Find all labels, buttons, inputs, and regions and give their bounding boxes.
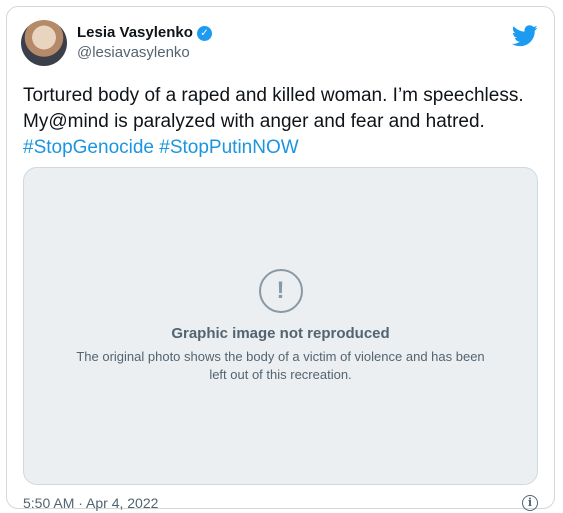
tweet-media[interactable]: ! Graphic image not reproduced The origi… — [23, 167, 538, 485]
hashtag-stopgenocide[interactable]: #StopGenocide — [23, 137, 154, 158]
hashtag-stopputinnow[interactable]: #StopPutinNOW — [159, 137, 298, 158]
sensitive-media-icon: ! — [258, 268, 303, 313]
tweet-timestamp[interactable]: 5:50 AM · Apr 4, 2022 — [23, 495, 158, 511]
tweet-footer: 5:50 AM · Apr 4, 2022 i — [23, 493, 538, 513]
info-icon[interactable]: i — [522, 495, 538, 511]
name-row: Lesia Vasylenko ✓ — [77, 23, 212, 43]
twitter-bird-icon[interactable] — [512, 25, 538, 47]
tweet-text: Tortured body of a raped and killed woma… — [23, 83, 538, 161]
media-notice-text: The original photo shows the body of a v… — [76, 348, 485, 382]
author-handle[interactable]: @lesiavasylenko — [77, 43, 212, 63]
tweet-header: Lesia Vasylenko ✓ @lesiavasylenko — [21, 19, 540, 67]
avatar[interactable] — [21, 20, 67, 66]
display-name[interactable]: Lesia Vasylenko — [77, 23, 193, 43]
tweet-body: Tortured body of a raped and killed woma… — [23, 85, 524, 132]
author-block: Lesia Vasylenko ✓ @lesiavasylenko — [77, 23, 212, 63]
verified-badge-icon: ✓ — [196, 25, 212, 41]
media-notice-title: Graphic image not reproduced — [171, 324, 390, 342]
tweet-card: Lesia Vasylenko ✓ @lesiavasylenko Tortur… — [6, 6, 555, 511]
